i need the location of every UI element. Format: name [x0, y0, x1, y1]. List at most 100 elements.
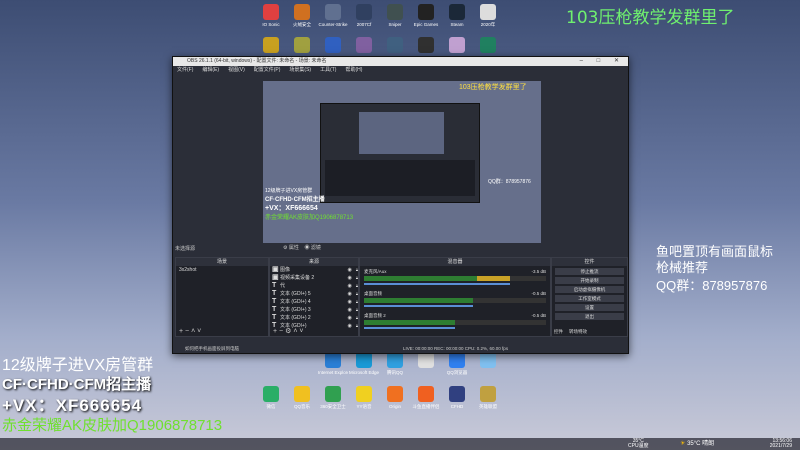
desktop-icon[interactable]: IO Sonic — [256, 4, 286, 27]
control-button[interactable]: 设置 — [555, 304, 624, 311]
move-down-icon[interactable]: ˅ — [197, 328, 201, 335]
menu-item[interactable]: 场景集(S) — [289, 67, 311, 73]
menu-item[interactable]: 帮助(H) — [345, 67, 362, 73]
gear-icon[interactable]: ⚙ — [283, 245, 287, 251]
filters-button[interactable]: 滤镜 — [311, 245, 321, 251]
desktop-icon[interactable]: 腾讯QQ — [380, 352, 410, 375]
remove-icon[interactable]: − — [185, 328, 189, 335]
eye-icon[interactable]: ◉ — [347, 314, 351, 322]
desktop-icon[interactable] — [473, 352, 503, 370]
lock-icon[interactable]: 🔒︎ — [356, 290, 358, 298]
control-button[interactable]: 工作室模式 — [555, 295, 624, 302]
source-item[interactable]: ▣ 图像 ◉ 🔒︎ — [270, 266, 358, 274]
desktop-icon[interactable]: 斗鱼直播伴侣 — [411, 386, 441, 409]
source-item[interactable]: T 文本 (GDI+) 2 ◉ 🔒︎ — [270, 314, 358, 322]
desktop-icon[interactable]: QQ音乐 — [287, 386, 317, 409]
menu-item[interactable]: 编辑(E) — [202, 67, 219, 73]
desktop-icon[interactable]: Origin — [380, 386, 410, 409]
gear-icon[interactable]: ⚙ — [285, 328, 291, 335]
add-icon[interactable]: + — [179, 328, 183, 335]
lock-icon[interactable]: 🔒︎ — [356, 274, 358, 282]
control-button[interactable]: 开始录制 — [555, 277, 624, 284]
desktop-icon[interactable] — [256, 37, 286, 55]
move-up-icon[interactable]: ˄ — [293, 328, 297, 335]
move-up-icon[interactable]: ˄ — [191, 328, 195, 335]
desktop-icon[interactable] — [349, 37, 379, 55]
desktop-icon[interactable] — [473, 37, 503, 55]
lock-icon[interactable]: 🔒︎ — [356, 266, 358, 274]
scene-item[interactable]: 3x2shot — [176, 266, 268, 275]
source-item[interactable]: T 文本 (GDI+) 4 ◉ 🔒︎ — [270, 298, 358, 306]
desktop-icon[interactable]: 2020年 — [473, 4, 503, 27]
volume-meter — [364, 298, 546, 303]
lock-icon[interactable]: 🔒︎ — [356, 282, 358, 290]
desktop-icon-label: Counter-Strike — [318, 22, 348, 27]
desktop-icon[interactable]: 火绒安全 — [287, 4, 317, 27]
app-icon — [449, 352, 465, 368]
volume-slider[interactable] — [364, 305, 474, 307]
volume-slider[interactable] — [364, 327, 455, 329]
app-icon — [294, 386, 310, 402]
desktop-icon[interactable]: Counter-Strike — [318, 4, 348, 27]
controls-tab[interactable]: 控件 — [554, 329, 563, 334]
menu-item[interactable]: 配置文件(P) — [254, 67, 281, 73]
desktop-icon[interactable]: CFHD — [442, 386, 472, 409]
obs-preview[interactable]: 103压枪教学发群里了 12级牌子进VX房管群 CF·CFHD·CFM招主播 +… — [263, 81, 541, 243]
volume-slider[interactable] — [364, 283, 510, 285]
desktop-icon[interactable] — [411, 37, 441, 55]
clock[interactable]: 13:56:06 2021/7/29 — [770, 439, 792, 449]
app-icon — [387, 352, 403, 368]
remove-icon[interactable]: − — [279, 328, 283, 335]
obs-titlebar[interactable]: OBS 26.1.1 (64-bit, windows) - 配置文件: 未命名… — [173, 57, 628, 66]
control-button[interactable]: 退出 — [555, 313, 624, 320]
eye-icon[interactable]: ◉ — [347, 322, 351, 330]
eye-icon[interactable]: ◉ — [347, 306, 351, 314]
control-button[interactable]: 停止推流 — [555, 268, 624, 275]
eye-icon[interactable]: ◉ — [347, 298, 351, 306]
eye-icon[interactable]: ◉ — [347, 290, 351, 298]
desktop-icon[interactable]: YY语音 — [349, 386, 379, 409]
desktop-icon[interactable]: 360安全卫士 — [318, 386, 348, 409]
desktop-icon[interactable]: Steam — [442, 4, 472, 27]
menu-item[interactable]: 工具(T) — [320, 67, 336, 73]
window-controls[interactable]: – □ ✕ — [580, 57, 625, 66]
desktop-icon[interactable]: 2007Cf — [349, 4, 379, 27]
add-icon[interactable]: + — [273, 328, 277, 335]
source-item[interactable]: T 代 ◉ 🔒︎ — [270, 282, 358, 290]
desktop-icon[interactable]: Internet Explorer — [318, 352, 348, 375]
eye-icon[interactable]: ◉ — [347, 274, 351, 282]
move-down-icon[interactable]: ˅ — [299, 328, 303, 335]
desktop-icon[interactable] — [380, 37, 410, 55]
mixer-db-value: -0.5 dB — [531, 313, 546, 318]
desktop-icon[interactable]: 英雄联盟 — [473, 386, 503, 409]
sources-header: 来源 — [270, 258, 358, 266]
weather-widget[interactable]: ☀ 35°C 晴朗 — [680, 438, 714, 447]
source-item[interactable]: T 文本 (GDI+) 3 ◉ 🔒︎ — [270, 306, 358, 314]
lock-icon[interactable]: 🔒︎ — [356, 306, 358, 314]
control-button[interactable]: 启动虚拟摄像机 — [555, 286, 624, 293]
desktop-icon[interactable]: Epic Games — [411, 4, 441, 27]
eye-icon[interactable]: ◉ — [347, 266, 351, 274]
source-item[interactable]: T 文本 (GDI+) 5 ◉ 🔒︎ — [270, 290, 358, 298]
eye-icon[interactable]: ◉ — [347, 282, 351, 290]
game-icon — [356, 4, 372, 20]
desktop-icon[interactable]: Microsoft Edge — [349, 352, 379, 375]
lock-icon[interactable]: 🔒︎ — [356, 298, 358, 306]
desktop-icon[interactable] — [318, 37, 348, 55]
obs-window[interactable]: OBS 26.1.1 (64-bit, windows) - 配置文件: 未命名… — [172, 56, 629, 354]
lock-icon[interactable]: 🔒︎ — [356, 314, 358, 322]
desktop-icon[interactable]: 微信 — [256, 386, 286, 409]
source-item[interactable]: ▣ 视频采集设备 2 ◉ 🔒︎ — [270, 274, 358, 282]
desktop-icon[interactable] — [442, 37, 472, 55]
desktop-icon[interactable]: QQ浏览器 — [442, 352, 472, 375]
menu-item[interactable]: 文件(F) — [177, 67, 193, 73]
controls-tab[interactable]: 转场特效 — [569, 329, 587, 334]
desktop-icon[interactable] — [287, 37, 317, 55]
desktop-icon[interactable] — [411, 352, 441, 370]
lock-icon[interactable]: 🔒︎ — [356, 322, 358, 330]
properties-button[interactable]: 属性 — [289, 245, 299, 251]
filter-icon[interactable]: ◉ — [304, 245, 309, 251]
desktop-icon[interactable]: Sniper — [380, 4, 410, 27]
desktop-icon-label: 火绒安全 — [293, 22, 311, 27]
menu-item[interactable]: 视图(V) — [228, 67, 245, 73]
